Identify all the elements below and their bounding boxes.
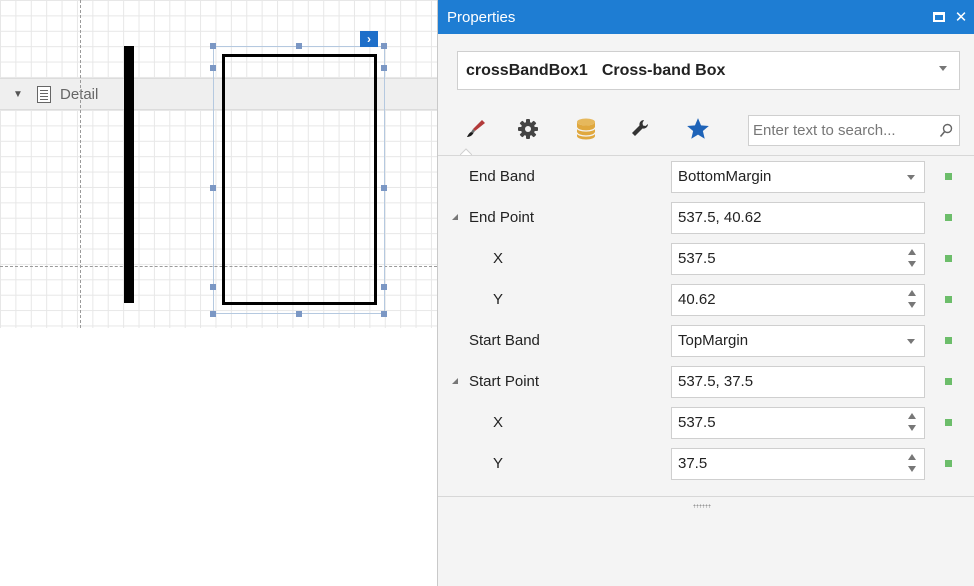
collapse-band-icon[interactable]: ▼: [13, 89, 25, 100]
property-search-box[interactable]: [748, 115, 960, 146]
close-icon[interactable]: ✕: [950, 6, 972, 28]
property-value: 537.5: [678, 250, 716, 267]
description-splitter[interactable]: [438, 496, 974, 516]
band-document-icon: [37, 85, 51, 103]
expand-triangle-icon[interactable]: [452, 378, 458, 384]
property-marker-icon[interactable]: [945, 214, 952, 221]
search-icon[interactable]: [939, 123, 953, 141]
properties-toolbar: [438, 104, 974, 155]
property-name: Start Band: [469, 332, 540, 349]
property-value: 40.62: [678, 291, 716, 308]
behavior-gear-icon[interactable]: [515, 116, 541, 142]
spin-buttons[interactable]: [907, 289, 917, 311]
property-row-end-point-y[interactable]: Y 40.62: [438, 279, 974, 320]
property-row-start-point-x[interactable]: X 537.5: [438, 402, 974, 443]
property-value: TopMargin: [678, 332, 749, 349]
end-point-y-spinner[interactable]: 40.62: [671, 284, 925, 316]
favorites-star-icon[interactable]: [685, 116, 711, 142]
resize-handle-end-right[interactable]: [381, 284, 387, 290]
property-grid: End Band BottomMargin End Point 537.5, 4…: [438, 155, 974, 484]
property-name: X: [493, 250, 504, 267]
report-designer-surface[interactable]: ▼ Detail ›: [0, 0, 437, 586]
property-marker-icon[interactable]: [945, 296, 952, 303]
property-marker-icon[interactable]: [945, 255, 952, 262]
appearance-brush-icon[interactable]: [463, 116, 489, 142]
end-band-dropdown[interactable]: BottomMargin: [671, 161, 925, 193]
resize-handle-bottom-right[interactable]: [381, 311, 387, 317]
property-value: 37.5: [678, 455, 708, 472]
property-name: Y: [493, 291, 504, 308]
start-band-dropdown[interactable]: TopMargin: [671, 325, 925, 357]
splitter-grip-icon[interactable]: [693, 504, 711, 508]
resize-handle-top-right[interactable]: [381, 43, 387, 49]
chevron-down-icon[interactable]: [907, 339, 915, 344]
property-name: Y: [493, 455, 504, 472]
vertical-line-control[interactable]: [124, 46, 134, 303]
resize-handle-top[interactable]: [296, 43, 302, 49]
selected-object-name: crossBandBox1: [466, 61, 588, 79]
properties-title: Properties: [447, 8, 516, 26]
end-point-field[interactable]: 537.5, 40.62: [671, 202, 925, 234]
resize-handle-bottom-left[interactable]: [210, 311, 216, 317]
expand-triangle-icon[interactable]: [452, 214, 458, 220]
property-name: Start Point: [469, 373, 540, 390]
property-row-end-point[interactable]: End Point 537.5, 40.62: [438, 197, 974, 238]
chevron-down-icon[interactable]: [907, 175, 915, 180]
property-row-end-point-x[interactable]: X 537.5: [438, 238, 974, 279]
layout-wrench-icon[interactable]: [628, 116, 654, 142]
vertical-guide-line: [80, 0, 81, 328]
properties-panel: Properties ✕ crossBandBox1 Cross-band Bo…: [437, 0, 974, 586]
property-marker-icon[interactable]: [945, 460, 952, 467]
selected-tab-indicator: [460, 148, 472, 155]
property-name: End Band: [469, 168, 535, 185]
property-name: X: [493, 414, 504, 431]
resize-handle-right[interactable]: [381, 185, 387, 191]
resize-handle-start-left[interactable]: [210, 65, 216, 71]
property-marker-icon[interactable]: [945, 419, 952, 426]
resize-handle-top-left[interactable]: [210, 43, 216, 49]
end-point-x-spinner[interactable]: 537.5: [671, 243, 925, 275]
property-marker-icon[interactable]: [945, 173, 952, 180]
object-selector-dropdown[interactable]: crossBandBox1 Cross-band Box: [457, 51, 960, 90]
spin-buttons[interactable]: [907, 248, 917, 270]
property-marker-icon[interactable]: [945, 378, 952, 385]
property-name: End Point: [469, 209, 535, 226]
property-value: 537.5: [678, 414, 716, 431]
resize-handle-left[interactable]: [210, 185, 216, 191]
start-point-y-spinner[interactable]: 37.5: [671, 448, 925, 480]
spin-buttons[interactable]: [907, 453, 917, 475]
spin-buttons[interactable]: [907, 412, 917, 434]
resize-handle-end-left[interactable]: [210, 284, 216, 290]
property-value: 537.5, 37.5: [678, 373, 754, 390]
maximize-icon[interactable]: [928, 6, 950, 28]
chevron-down-icon: [939, 66, 947, 71]
property-value: BottomMargin: [678, 168, 772, 185]
property-row-start-band[interactable]: Start Band TopMargin: [438, 320, 974, 361]
property-search-input[interactable]: [753, 122, 933, 139]
property-value: 537.5, 40.62: [678, 209, 762, 226]
properties-title-bar: Properties ✕: [438, 0, 974, 34]
start-point-x-spinner[interactable]: 537.5: [671, 407, 925, 439]
resize-handle-start-right[interactable]: [381, 65, 387, 71]
selected-object-type: Cross-band Box: [601, 61, 726, 79]
property-marker-icon[interactable]: [945, 337, 952, 344]
property-row-end-band[interactable]: End Band BottomMargin: [438, 156, 974, 197]
data-database-icon[interactable]: [573, 116, 599, 142]
property-row-start-point[interactable]: Start Point 537.5, 37.5: [438, 361, 974, 402]
resize-handle-bottom[interactable]: [296, 311, 302, 317]
smart-tag-chevron-icon[interactable]: ›: [360, 31, 378, 47]
cross-band-box-control[interactable]: [222, 54, 377, 305]
property-row-start-point-y[interactable]: Y 37.5: [438, 443, 974, 484]
start-point-field[interactable]: 537.5, 37.5: [671, 366, 925, 398]
